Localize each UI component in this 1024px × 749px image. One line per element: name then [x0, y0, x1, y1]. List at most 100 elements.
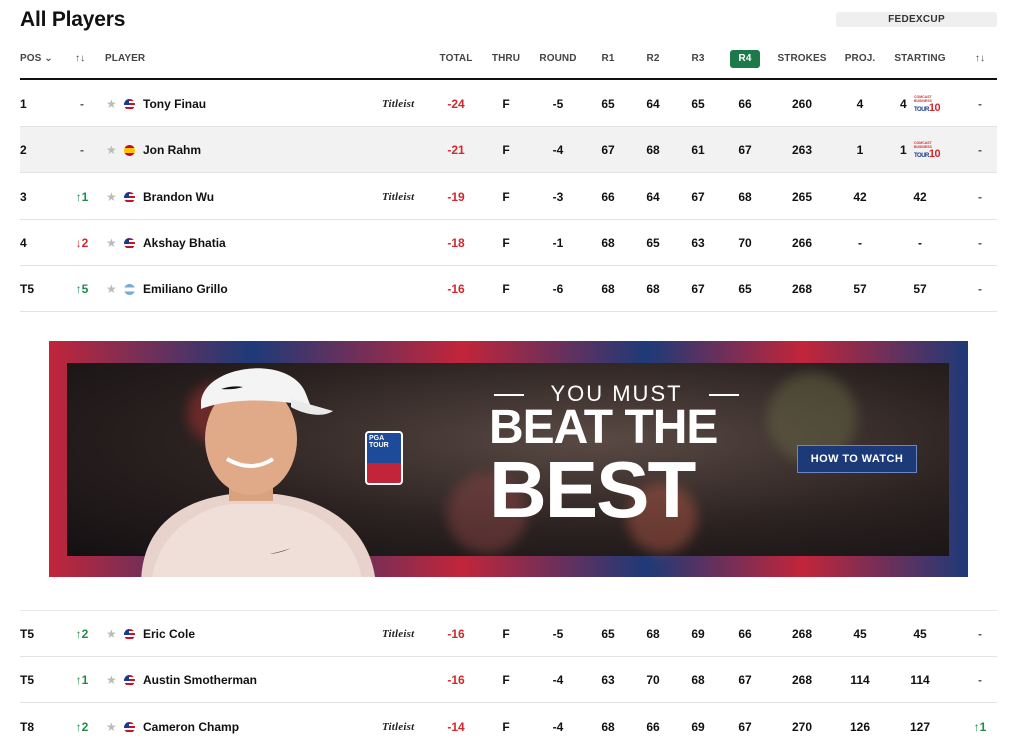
total-score: -16	[447, 282, 465, 297]
r1-score: 65	[601, 627, 615, 641]
r1-score: 63	[601, 673, 615, 688]
table-row[interactable]: T5 ↑2 ★ Eric Cole Titleist -16 F -5 65 68 69 66 268 4…	[20, 611, 997, 657]
col-sort-icon[interactable]: ↑↓	[968, 46, 992, 72]
r2-score: 70	[646, 673, 660, 688]
round-score: -5	[552, 627, 564, 641]
round-score: -5	[552, 97, 564, 111]
projected-rank: -	[858, 235, 862, 250]
country-flag-icon	[124, 191, 135, 203]
col-pos-sort[interactable]: POS ⌄	[20, 46, 53, 72]
strokes: 265	[791, 189, 813, 204]
col-r2[interactable]: R2	[637, 46, 669, 72]
strokes: 268	[791, 673, 813, 688]
player-name[interactable]: Tony Finau	[143, 81, 206, 127]
favorite-star-icon[interactable]: ★	[106, 704, 117, 749]
favorite-star-icon[interactable]: ★	[106, 127, 117, 173]
col-round[interactable]: ROUND	[534, 46, 582, 72]
position: T5	[20, 673, 35, 688]
movement: ↓2	[75, 235, 89, 250]
player-name[interactable]: Austin Smotherman	[143, 657, 257, 703]
table-row[interactable]: 1 - ★ Tony Finau Titleist -24 F -5 65 64 65 66 260 4 4…	[20, 81, 997, 127]
projected-rank: 42	[853, 189, 867, 204]
fedexcup-toggle[interactable]: FEDEXCUP	[836, 12, 997, 27]
movement: -	[80, 143, 84, 158]
r4-score: 70	[738, 235, 752, 250]
table-row[interactable]: T5 ↑5 ★ Emiliano Grillo -16 F -6 68 68 67 65 268 57 5…	[20, 266, 997, 313]
round-score: -4	[552, 673, 564, 688]
player-name[interactable]: Emiliano Grillo	[143, 266, 228, 312]
strokes: 260	[791, 97, 813, 111]
titleist-logo: Titleist	[382, 98, 415, 110]
page-title: All Players	[20, 8, 126, 31]
r3-score: 65	[691, 97, 705, 111]
strokes: 263	[791, 143, 813, 158]
r2-score: 64	[646, 189, 660, 204]
favorite-star-icon[interactable]: ★	[106, 220, 117, 266]
total-score: -19	[447, 189, 465, 204]
col-r4-active[interactable]: R4	[730, 50, 760, 68]
player-name[interactable]: Cameron Champ	[143, 704, 239, 749]
r4-score: 65	[738, 282, 752, 297]
titleist-logo: Titleist	[382, 628, 415, 640]
col-strokes[interactable]: STROKES	[773, 46, 831, 72]
projected-rank: 45	[853, 627, 867, 641]
r2-score: 66	[646, 719, 660, 734]
movement: ↑1	[75, 673, 89, 688]
banner-headline-bottom: BEST	[489, 445, 696, 534]
r1-score: 68	[601, 235, 615, 250]
projected-rank: 57	[853, 282, 867, 297]
country-flag-icon	[124, 145, 135, 157]
r3-score: 67	[691, 189, 705, 204]
r2-score: 68	[646, 282, 660, 297]
player-name[interactable]: Brandon Wu	[143, 174, 214, 220]
r2-score: 68	[646, 627, 660, 641]
thru: F	[502, 627, 510, 641]
promo-banner[interactable]: PGA TOUR YOU MUST BEAT THE BEST HOW TO W…	[49, 341, 968, 577]
fedex-movement: -	[978, 143, 982, 158]
player-name[interactable]: Eric Cole	[143, 611, 195, 657]
player-name[interactable]: Akshay Bhatia	[143, 220, 226, 266]
country-flag-icon	[124, 675, 135, 687]
col-r1[interactable]: R1	[592, 46, 624, 72]
table-row[interactable]: 2 - ★ Jon Rahm -21 F -4 67 68 61 67 263 1 1 COMCAST BU…	[20, 127, 997, 174]
col-movement-sort[interactable]: ↑↓	[75, 46, 85, 72]
table-row[interactable]: T8 ↑2 ★ Cameron Champ Titleist -14 F -4 68 66 69 67…	[20, 704, 997, 749]
starting-rank: 57	[913, 282, 927, 297]
table-row[interactable]: T5 ↑1 ★ Austin Smotherman -16 F -4 63 70 68 67 268 1…	[20, 657, 997, 704]
how-to-watch-button[interactable]: HOW TO WATCH	[797, 445, 917, 473]
position: T8	[20, 719, 35, 734]
starting-rank: 4	[900, 97, 907, 111]
thru: F	[502, 143, 510, 158]
favorite-star-icon[interactable]: ★	[106, 657, 117, 703]
col-r3[interactable]: R3	[682, 46, 714, 72]
player-name[interactable]: Jon Rahm	[143, 127, 201, 173]
favorite-star-icon[interactable]: ★	[106, 266, 117, 312]
starting-rank: 127	[909, 719, 931, 734]
total-score: -16	[447, 673, 465, 688]
projected-rank: 4	[856, 97, 864, 111]
country-flag-icon	[124, 237, 135, 249]
col-thru[interactable]: THRU	[486, 46, 526, 72]
favorite-star-icon[interactable]: ★	[106, 611, 117, 657]
movement: ↑2	[75, 719, 89, 734]
col-starting[interactable]: STARTING	[890, 46, 950, 72]
col-player[interactable]: PLAYER	[105, 46, 145, 72]
r3-score: 63	[691, 235, 705, 250]
table-row[interactable]: 3 ↑1 ★ Brandon Wu Titleist -19 F -3 66 64 67 68 265 4…	[20, 174, 997, 220]
pga-tour-logo: PGA TOUR	[365, 431, 403, 485]
col-proj[interactable]: PROJ.	[841, 46, 879, 72]
favorite-star-icon[interactable]: ★	[106, 174, 117, 220]
thru: F	[502, 673, 510, 688]
golfer-photo	[141, 368, 375, 577]
position: T5	[20, 282, 35, 297]
starting-rank: 114	[910, 673, 930, 688]
r4-score: 68	[738, 189, 752, 204]
r1-score: 65	[601, 97, 615, 111]
table-header: POS ⌄ ↑↓ PLAYER TOTAL THRU ROUND R1 R2 R…	[20, 46, 997, 80]
movement: ↑5	[75, 282, 89, 297]
table-row[interactable]: 4 ↓2 ★ Akshay Bhatia -18 F -1 68 65 63 70 266 - - -	[20, 220, 997, 266]
favorite-star-icon[interactable]: ★	[106, 81, 117, 127]
titleist-logo: Titleist	[382, 720, 415, 733]
r4-score: 67	[738, 719, 752, 734]
col-total[interactable]: TOTAL	[435, 46, 477, 72]
